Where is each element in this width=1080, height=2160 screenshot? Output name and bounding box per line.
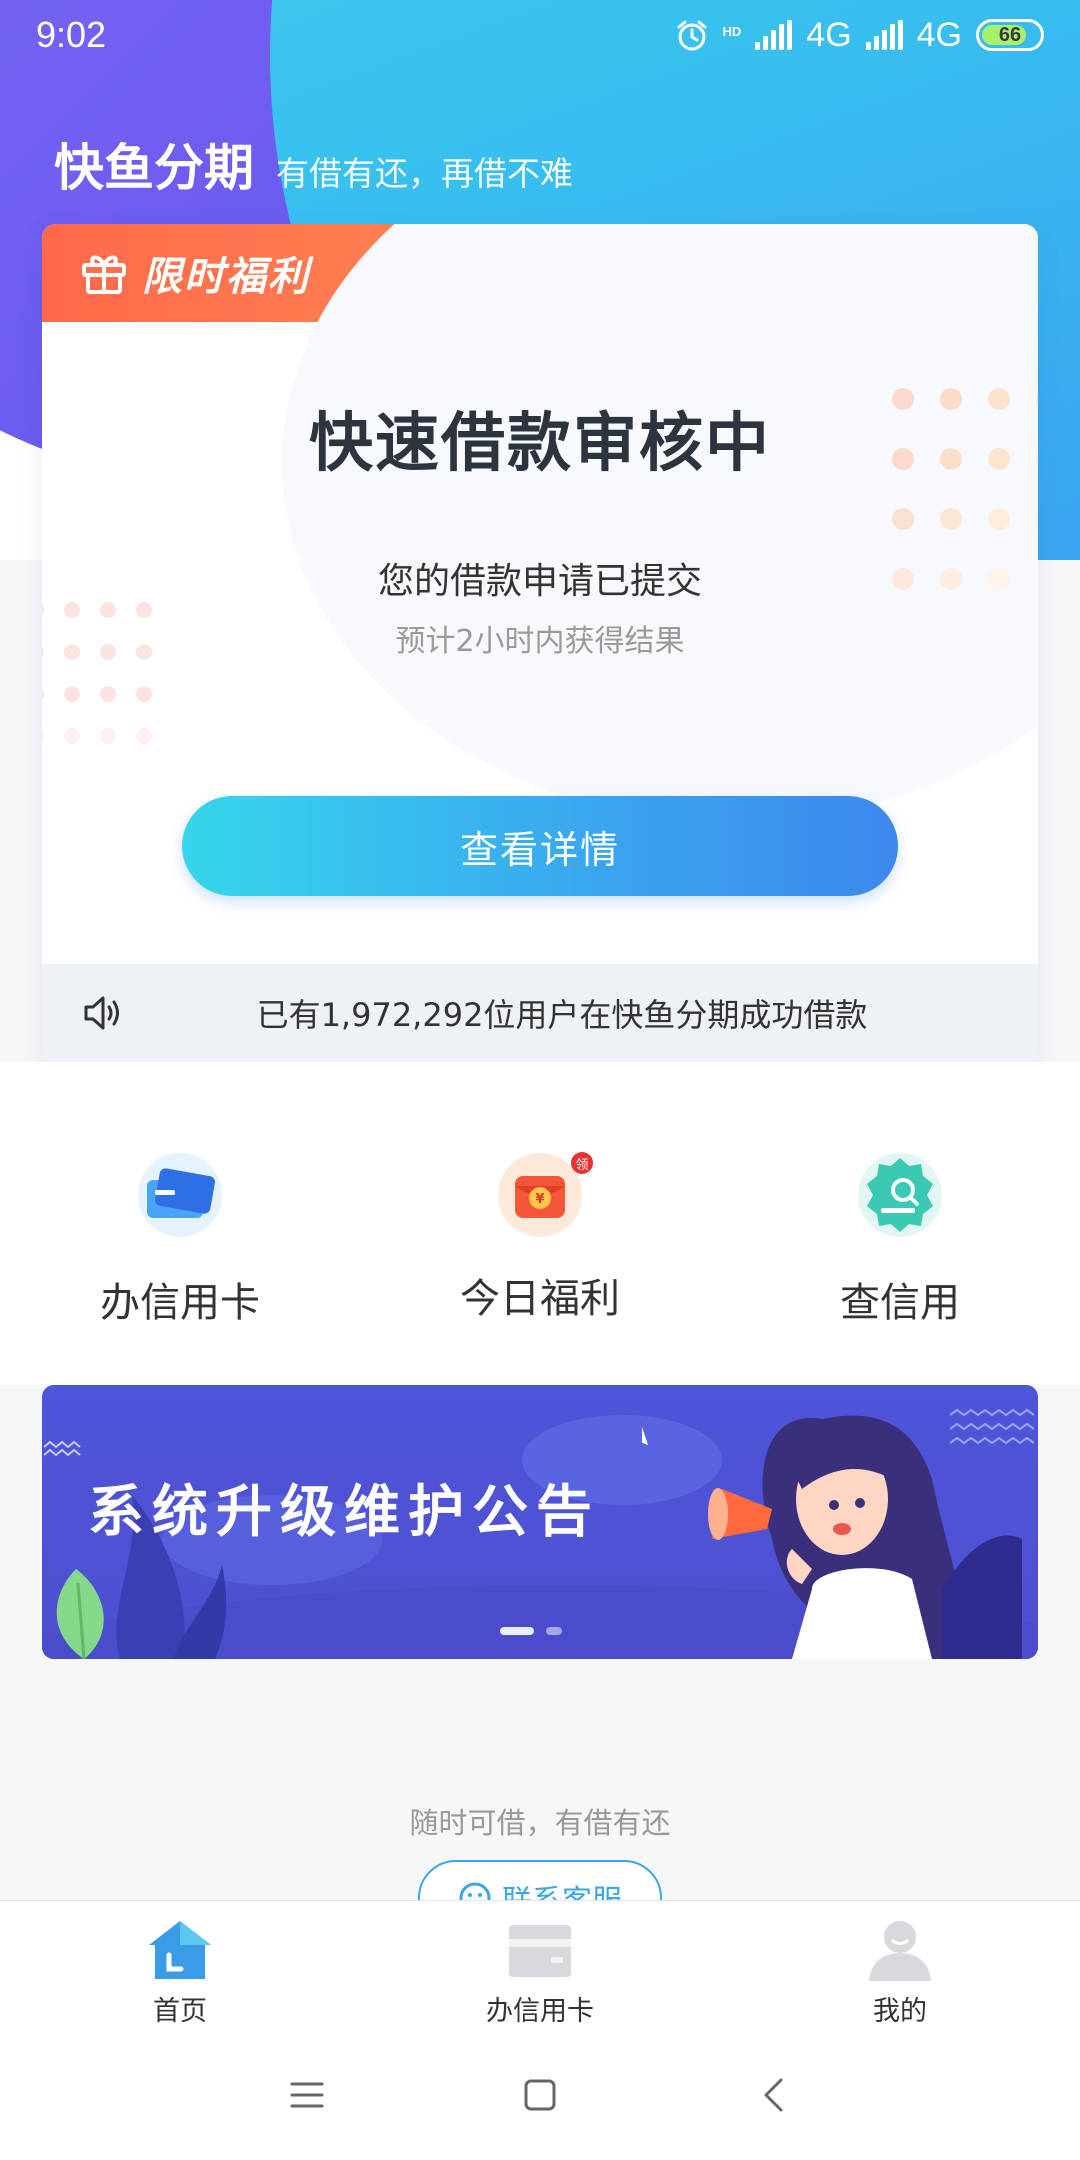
card-icon	[509, 1925, 571, 1977]
promo-title: 系统升级维护公告	[88, 1480, 600, 1545]
credit-search-icon	[858, 1153, 942, 1237]
menu-icon	[290, 2082, 324, 2108]
alarm-icon	[677, 20, 706, 51]
claim-badge: 领	[571, 1152, 593, 1174]
quick-actions: 办信用卡 ¥ 领 今日福利 查信用	[0, 1062, 1080, 1385]
review-subtitle: 您的借款申请已提交	[377, 561, 702, 602]
tab-home[interactable]: 首页	[0, 1901, 360, 2030]
carousel-indicator[interactable]	[500, 1627, 562, 1635]
review-status-title: 快速借款审核中	[309, 407, 771, 481]
status-bar: 9:02 HD 4G 4G 66	[0, 0, 1080, 70]
quick-action-label: 今日福利	[460, 1276, 620, 1322]
woman-megaphone-illustration	[642, 1415, 1022, 1659]
gift-icon	[82, 255, 126, 294]
notice-text: 已有1,972,292位用户在快鱼分期成功借款	[256, 996, 868, 1034]
banner-title: 限时福利	[142, 254, 310, 300]
review-hint: 预计2小时内获得结果	[395, 624, 685, 659]
signal-icon	[755, 20, 793, 50]
menu-nav-button[interactable]	[277, 2065, 337, 2125]
view-details-button[interactable]: 查看详情	[182, 796, 898, 896]
app-screen: 9:02 HD 4G 4G 66 快鱼分期 有借有还，再借不难 限时福利 快速借…	[0, 0, 1080, 2160]
footer-tagline: 随时可借，有借有还	[409, 1806, 671, 1840]
status-indicators: HD 4G 4G 66	[675, 15, 1044, 55]
quick-action-today-benefits[interactable]: ¥ 领 今日福利	[390, 1150, 690, 1324]
battery-level: 66	[998, 23, 1022, 46]
app-name: 快鱼分期	[54, 139, 254, 197]
quick-action-credit-check[interactable]: 查信用	[750, 1150, 1050, 1328]
status-time: 9:02	[36, 14, 107, 55]
home-nav-button[interactable]	[510, 2065, 570, 2125]
app-slogan: 有借有还，再借不难	[276, 154, 573, 193]
tab-label: 首页	[153, 1996, 207, 2027]
maintenance-notice-banner[interactable]: 系统升级维护公告	[42, 1385, 1038, 1659]
tab-label: 办信用卡	[486, 1996, 594, 2027]
back-icon	[764, 2078, 783, 2112]
back-nav-button[interactable]	[743, 2065, 803, 2125]
card-body: 快速借款审核中 您的借款申请已提交 预计2小时内获得结果 查看详情	[42, 224, 1038, 964]
svg-text:¥: ¥	[535, 1192, 544, 1207]
profile-icon	[869, 1921, 931, 1981]
quick-action-label: 办信用卡	[100, 1280, 260, 1326]
network-label-2: 4G	[916, 15, 962, 54]
credit-card-icon	[138, 1153, 222, 1237]
square-icon	[524, 2079, 556, 2111]
tab-credit-card[interactable]: 办信用卡	[360, 1901, 720, 2030]
bottom-tab-bar: 首页 办信用卡 我的	[0, 1900, 1080, 2030]
tab-profile[interactable]: 我的	[720, 1901, 1080, 2030]
network-label-1: 4G	[806, 15, 852, 54]
signal-icon-2	[865, 20, 903, 50]
waves-decoration-left	[44, 1440, 81, 1457]
notice-bar: 已有1,972,292位用户在快鱼分期成功借款	[42, 964, 1038, 1062]
hd-indicator: HD	[722, 23, 742, 39]
home-icon	[149, 1921, 211, 1979]
battery-icon: 66	[976, 19, 1044, 51]
tab-label: 我的	[873, 1996, 927, 2027]
loan-status-card: 限时福利 快速借款审核中 您的借款申请已提交 预计2小时内获得结果 查看详情 已…	[42, 224, 1038, 1062]
system-nav-bar	[0, 2030, 1080, 2160]
app-header: 快鱼分期 有借有还，再借不难	[54, 128, 573, 200]
quick-action-label: 查信用	[840, 1280, 960, 1326]
quick-action-credit-card[interactable]: 办信用卡	[30, 1150, 330, 1328]
speaker-icon	[84, 996, 119, 1030]
